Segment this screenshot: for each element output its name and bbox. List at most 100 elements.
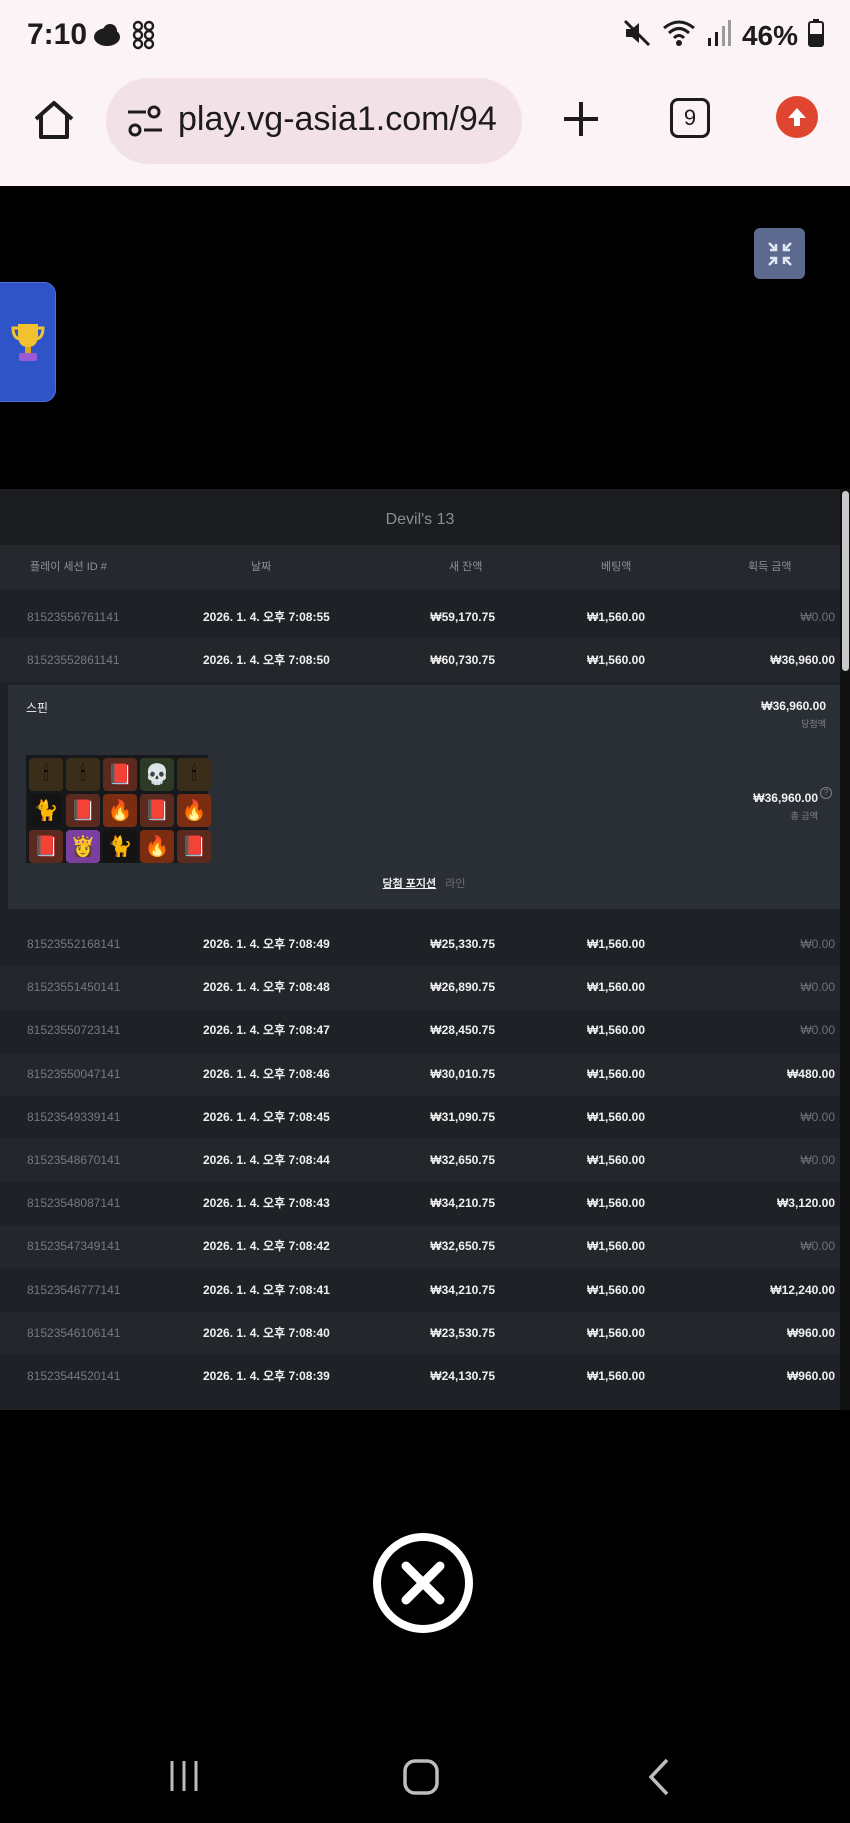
bet-cell: ₩1,560.00: [586, 937, 645, 951]
book-symbol-icon: 📕: [177, 830, 211, 863]
table-row[interactable]: 81523548087141 2026. 1. 4. 오후 7:08:43 ₩34,…: [0, 1182, 840, 1225]
candle-symbol-icon: 🕯: [177, 758, 211, 791]
table-row[interactable]: 81523546777141 2026. 1. 4. 오후 7:08:41 ₩34,…: [0, 1269, 840, 1312]
table-row[interactable]: 81523548670141 2026. 1. 4. 오후 7:08:44 ₩32,…: [0, 1139, 840, 1182]
table-row[interactable]: 81523550047141 2026. 1. 4. 오후 7:08:46 ₩30,…: [0, 1052, 840, 1096]
status-bar: 7:10 46%: [0, 0, 850, 76]
win-cell: ₩0.00: [800, 980, 835, 995]
home-nav-button[interactable]: [398, 1755, 444, 1799]
table-row[interactable]: 81523552168141 2026. 1. 4. 오후 7:08:49 ₩25,…: [0, 923, 840, 966]
table-row[interactable]: 81523551450141 2026. 1. 4. 오후 7:08:48 ₩26,…: [0, 966, 840, 1010]
balance-cell: ₩24,130.75: [430, 1369, 495, 1383]
session-id: 81523548670141: [27, 1153, 121, 1167]
win-cell: ₩960.00: [786, 1369, 835, 1383]
table-row[interactable]: 81523549339141 2026. 1. 4. 오후 7:08:45 ₩31,…: [0, 1096, 840, 1139]
bet-cell: ₩1,560.00: [586, 1282, 645, 1297]
table-row-expanded[interactable]: 81523552861141 2026. 1. 4. 오후 7:08:50 ₩6…: [0, 639, 840, 682]
browser-toolbar: play.vg-asia1.com/94 9: [0, 76, 850, 186]
back-button[interactable]: [644, 1755, 674, 1799]
tab-lines[interactable]: 라인: [445, 878, 465, 890]
help-icon[interactable]: ?: [820, 787, 832, 799]
bonus-symbol-icon: 👸: [66, 830, 100, 863]
session-id: 81523544520141: [27, 1369, 121, 1383]
bet-cell: ₩1,560.00: [586, 980, 645, 995]
balance-cell: ₩34,210.75: [430, 1282, 495, 1297]
win-cell: ₩0.00: [800, 1239, 835, 1254]
header-bet: 베팅액: [601, 561, 632, 573]
address-bar[interactable]: play.vg-asia1.com/94: [106, 78, 522, 164]
balance-cell: ₩31,090.75: [430, 1109, 495, 1124]
session-id: 81523550047141: [27, 1066, 121, 1081]
date-cell: 2026. 1. 4. 오후 7:08:42: [203, 1239, 330, 1254]
skull-symbol-icon: 💀: [140, 758, 174, 791]
collapse-button[interactable]: [754, 228, 805, 279]
balance-cell: ₩30,010.75: [430, 1066, 495, 1081]
table-row[interactable]: 81523544520141 2026. 1. 4. 오후 7:08:39 ₩24,…: [0, 1355, 840, 1398]
session-id: 81523548087141: [27, 1196, 121, 1211]
close-icon: [401, 1561, 445, 1605]
date-cell: 2026. 1. 4. 오후 7:08:41: [203, 1282, 330, 1297]
table-row[interactable]: 81523550723141 2026. 1. 4. 오후 7:08:47 ₩28,…: [0, 1009, 840, 1052]
balance-cell: ₩60,730.75: [430, 653, 495, 667]
date-cell: 2026. 1. 4. 오후 7:08:45: [203, 1109, 330, 1124]
fire-symbol-icon: 🔥: [140, 830, 174, 863]
recents-button[interactable]: [160, 1755, 208, 1797]
plus-icon: [564, 102, 598, 136]
new-tab-button[interactable]: [556, 94, 606, 144]
candle-symbol-icon: 🕯: [66, 758, 100, 791]
history-panel: Devil's 13 플레이 세션 ID # 날짜 새 잔액 베팅액 획득 금액…: [0, 489, 840, 1410]
balance-cell: ₩34,210.75: [430, 1196, 495, 1211]
table-row[interactable]: 81523546106141 2026. 1. 4. 오후 7:08:40 ₩23,…: [0, 1311, 840, 1355]
system-nav-bar: [0, 1730, 850, 1823]
book-symbol-icon: 📕: [140, 794, 174, 827]
upgrade-button[interactable]: [776, 96, 818, 138]
balance-cell: ₩25,330.75: [430, 937, 495, 951]
table-header: 플레이 세션 ID # 날짜 새 잔액 베팅액 획득 금액: [0, 545, 840, 589]
close-button[interactable]: [373, 1533, 473, 1633]
date-cell: 2026. 1. 4. 오후 7:08:48: [203, 980, 330, 995]
bet-cell: ₩1,560.00: [586, 1066, 645, 1081]
bet-cell: ₩1,560.00: [586, 1369, 645, 1383]
bet-cell: ₩1,560.00: [586, 1325, 645, 1340]
balance-cell: ₩23,530.75: [430, 1325, 495, 1340]
site-settings-icon[interactable]: [126, 104, 164, 143]
win-cell: ₩0.00: [800, 937, 835, 951]
cat-symbol-icon: 🐈: [103, 830, 137, 863]
balance-cell: ₩26,890.75: [430, 980, 495, 995]
total-amount: ₩36,960.00: [753, 791, 818, 805]
table-row[interactable]: 81523556761141 2026. 1. 4. 오후 7:08:55 ₩5…: [0, 596, 840, 639]
bet-cell: ₩1,560.00: [586, 1109, 645, 1124]
win-cell: ₩0.00: [800, 610, 835, 624]
panel-title: Devil's 13: [0, 489, 840, 545]
session-id: 81523551450141: [27, 980, 121, 995]
win-cell: ₩36,960.00: [770, 653, 835, 667]
date-cell: 2026. 1. 4. 오후 7:08:46: [203, 1066, 330, 1081]
scrollbar-thumb[interactable]: [842, 491, 849, 671]
recents-icon: [170, 1761, 198, 1791]
detail-tabs: 당첨 포지션 라인: [8, 875, 840, 891]
table-row[interactable]: 81523547349141 2026. 1. 4. 오후 7:08:42 ₩32,…: [0, 1225, 840, 1269]
tab-switcher-button[interactable]: 9: [670, 98, 710, 138]
spin-detail: 스핀 ₩36,960.00 당첨액 🕯 🕯 📕 💀 🕯 🐈 📕 🔥 📕 🔥 📕 …: [8, 685, 840, 909]
back-icon: [648, 1758, 669, 1796]
fire-symbol-icon: 🔥: [103, 794, 137, 827]
status-time: 7:10: [27, 18, 88, 51]
win-cell: ₩3,120.00: [776, 1196, 835, 1211]
balance-cell: ₩59,170.75: [430, 610, 495, 624]
fire-symbol-icon: 🔥: [177, 794, 211, 827]
header-win: 획득 금액: [748, 561, 792, 573]
battery-icon: [808, 19, 824, 52]
session-id: 81523550723141: [27, 1023, 121, 1038]
arrow-up-icon: [788, 108, 806, 126]
session-id: 81523552168141: [27, 937, 121, 951]
session-id: 81523549339141: [27, 1109, 121, 1124]
header-date: 날짜: [251, 561, 272, 573]
trophy-tab[interactable]: [0, 282, 56, 402]
win-cell: ₩0.00: [800, 1023, 835, 1038]
home-button[interactable]: [28, 94, 80, 146]
date-cell: 2026. 1. 4. 오후 7:08:50: [203, 653, 330, 667]
date-cell: 2026. 1. 4. 오후 7:08:39: [203, 1369, 330, 1383]
spin-win-caption: 당첨액: [801, 719, 826, 729]
collapse-icon: [767, 241, 792, 266]
tab-win-positions[interactable]: 당첨 포지션: [383, 878, 437, 890]
